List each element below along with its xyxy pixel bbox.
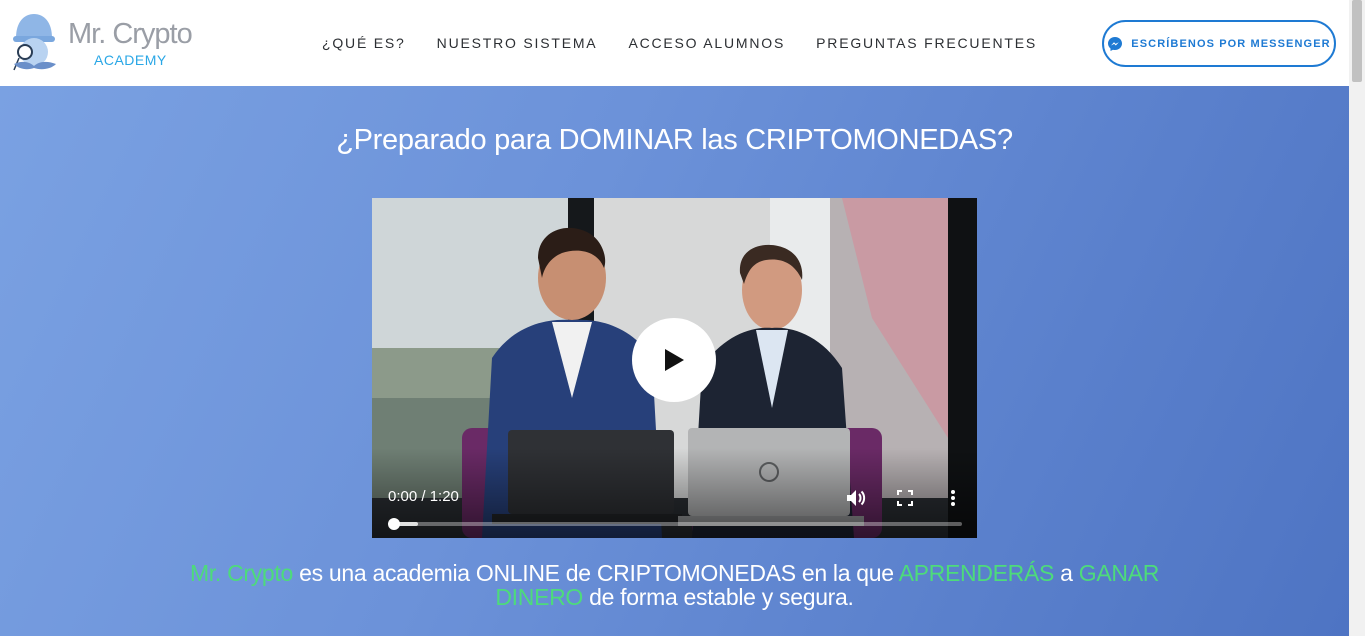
- main-nav: ¿QUÉ ES? NUESTRO SISTEMA ACCESO ALUMNOS …: [322, 0, 1068, 86]
- video-progress-handle[interactable]: [388, 518, 400, 530]
- volume-icon: [847, 490, 866, 506]
- fullscreen-icon: [897, 490, 913, 506]
- hero-description: Mr. Crypto es una academia ONLINE de CRI…: [189, 560, 1160, 610]
- hero-section: ¿Preparado para DOMINAR las CRIPTOMONEDA…: [0, 86, 1349, 636]
- play-button[interactable]: [632, 318, 716, 402]
- messenger-button-label: ESCRÍBENOS POR MESSENGER: [1131, 37, 1331, 50]
- video-time: 0:00 / 1:20: [388, 488, 459, 505]
- video-player[interactable]: 0:00 / 1:20: [372, 198, 977, 538]
- nav-item-acceso-alumnos[interactable]: ACCESO ALUMNOS: [628, 35, 785, 51]
- volume-button[interactable]: [844, 486, 868, 510]
- site-header: Mr. Crypto ACADEMY ¿QUÉ ES? NUESTRO SIST…: [0, 0, 1349, 86]
- nav-item-preguntas-frecuentes[interactable]: PREGUNTAS FRECUENTES: [816, 35, 1037, 51]
- more-vertical-icon: [951, 490, 955, 506]
- messenger-icon: [1107, 36, 1123, 52]
- learn-highlight: APRENDERÁS: [898, 560, 1055, 586]
- nav-item-nuestro-sistema[interactable]: NUESTRO SISTEMA: [437, 35, 598, 51]
- brand-subtitle: ACADEMY: [94, 52, 167, 68]
- scrollbar-thumb[interactable]: [1352, 0, 1362, 82]
- nav-item-que-es[interactable]: ¿QUÉ ES?: [322, 35, 406, 51]
- page-scrollbar[interactable]: [1349, 0, 1365, 636]
- brand-name: Mr. Crypto: [68, 18, 193, 50]
- mr-crypto-logo-icon: [13, 14, 56, 71]
- play-icon: [665, 349, 684, 371]
- messenger-button[interactable]: ESCRÍBENOS POR MESSENGER: [1102, 20, 1336, 67]
- brand-logo[interactable]: Mr. Crypto ACADEMY: [10, 12, 200, 76]
- fullscreen-button[interactable]: [893, 486, 917, 510]
- brand-highlight: Mr. Crypto: [189, 560, 294, 586]
- more-options-button[interactable]: [941, 486, 965, 510]
- video-progress-bar[interactable]: [388, 518, 962, 530]
- hero-title: ¿Preparado para DOMINAR las CRIPTOMONEDA…: [336, 124, 1013, 156]
